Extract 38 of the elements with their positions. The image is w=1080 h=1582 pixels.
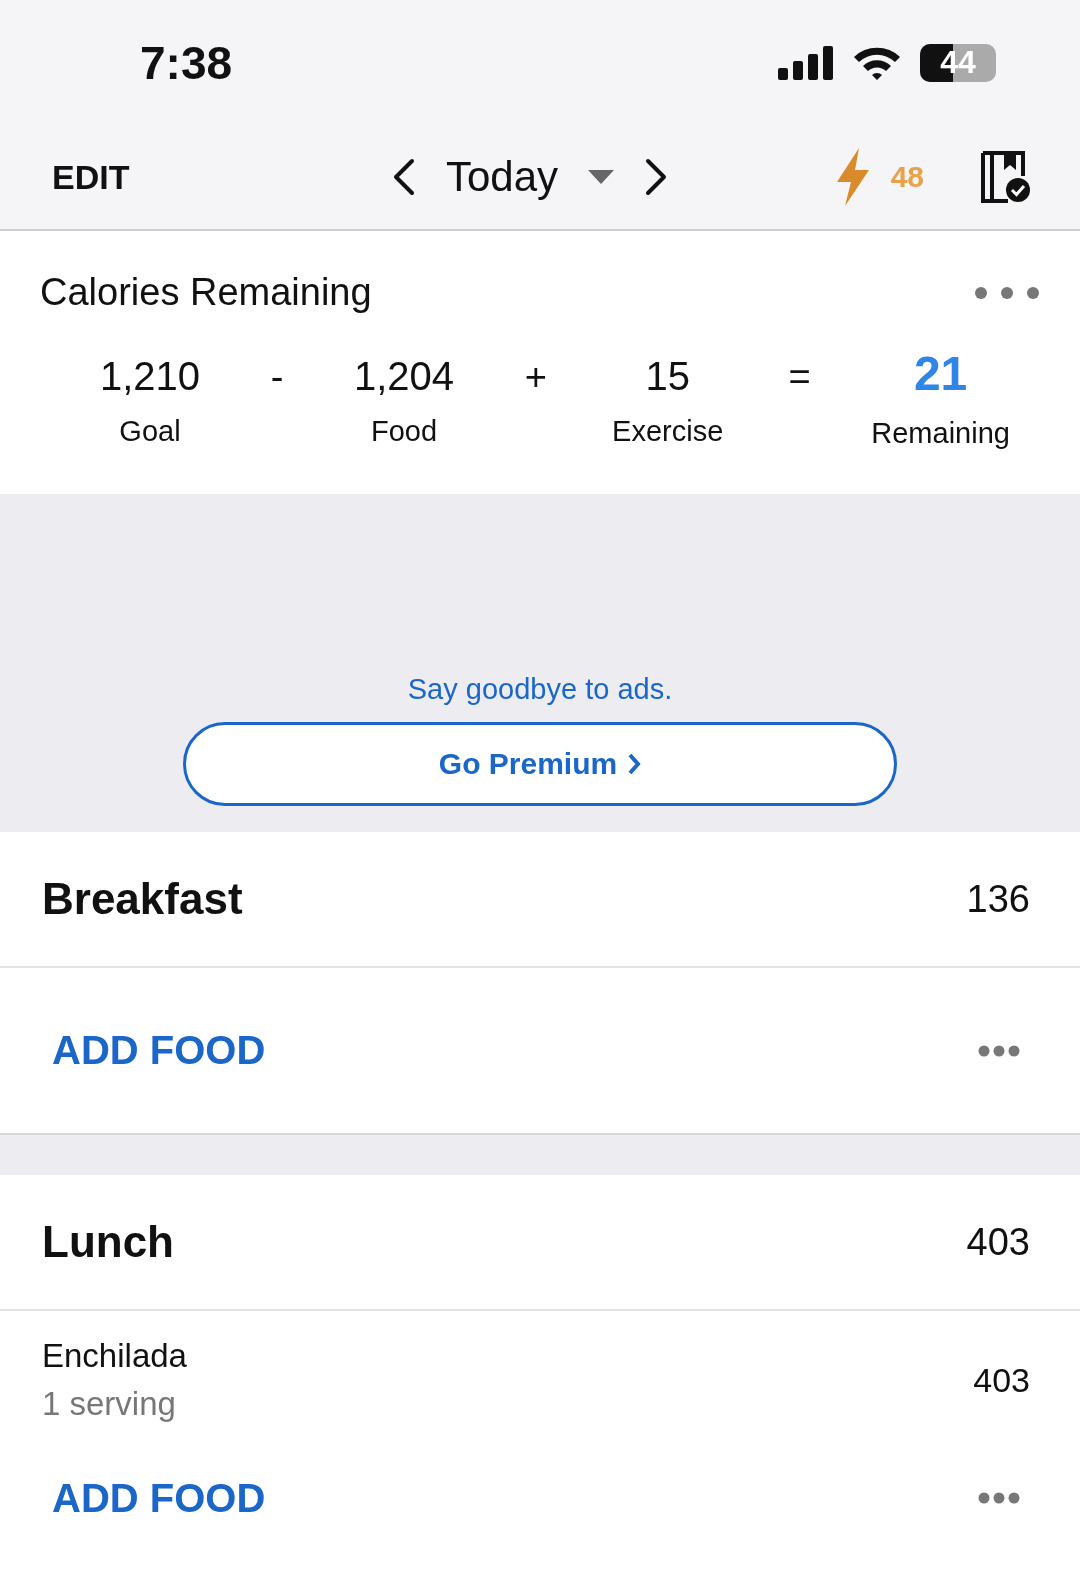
calorie-label: Exercise <box>612 415 724 448</box>
previous-day-icon[interactable] <box>392 158 416 196</box>
calorie-label: Food <box>371 415 438 448</box>
calories-remaining-title: Calories Remaining <box>40 271 372 314</box>
more-options-icon[interactable] <box>978 1492 1020 1504</box>
more-options-icon[interactable] <box>978 1044 1020 1057</box>
food-entry[interactable]: Enchilada 1 serving 403 <box>0 1311 1080 1443</box>
calorie-label: Goal <box>119 415 181 448</box>
checked-book-icon[interactable] <box>980 150 1030 204</box>
status-time: 7:38 <box>140 35 233 90</box>
food-serving: 1 serving <box>42 1385 177 1423</box>
meal-calories: 403 <box>966 1220 1030 1264</box>
calorie-value: 15 <box>645 354 690 399</box>
calorie-value: 21 <box>913 346 968 401</box>
calorie-label: Remaining <box>871 417 1010 450</box>
operator-sign: = <box>788 356 811 399</box>
ad-message: Say goodbye to ads. <box>407 673 673 706</box>
add-food-link[interactable]: ADD FOOD <box>52 1475 266 1521</box>
go-premium-button[interactable]: Go Premium <box>183 722 897 806</box>
more-options-icon[interactable] <box>974 285 1040 300</box>
meal-calories: 136 <box>966 877 1030 921</box>
edit-button[interactable]: EDIT <box>52 157 312 197</box>
calorie-value: 1,204 <box>354 354 455 399</box>
add-food-link[interactable]: ADD FOOD <box>52 1028 266 1073</box>
meal-name: Lunch <box>42 1217 174 1267</box>
lightning-bolt-icon[interactable] <box>834 148 871 206</box>
streak-count: 48 <box>890 160 924 194</box>
operator-sign: + <box>524 356 547 399</box>
signal-icon <box>778 45 834 80</box>
date-selector[interactable]: Today <box>446 153 559 201</box>
calorie-value: 1,210 <box>99 354 201 399</box>
chevron-icon <box>627 752 642 776</box>
dropdown-caret-icon[interactable] <box>588 170 615 184</box>
operator-sign: - <box>270 356 284 399</box>
meal-name: Breakfast <box>42 874 243 924</box>
next-day-icon[interactable] <box>644 158 669 196</box>
food-name: Enchilada <box>42 1337 187 1375</box>
food-calories: 403 <box>973 1360 1030 1400</box>
